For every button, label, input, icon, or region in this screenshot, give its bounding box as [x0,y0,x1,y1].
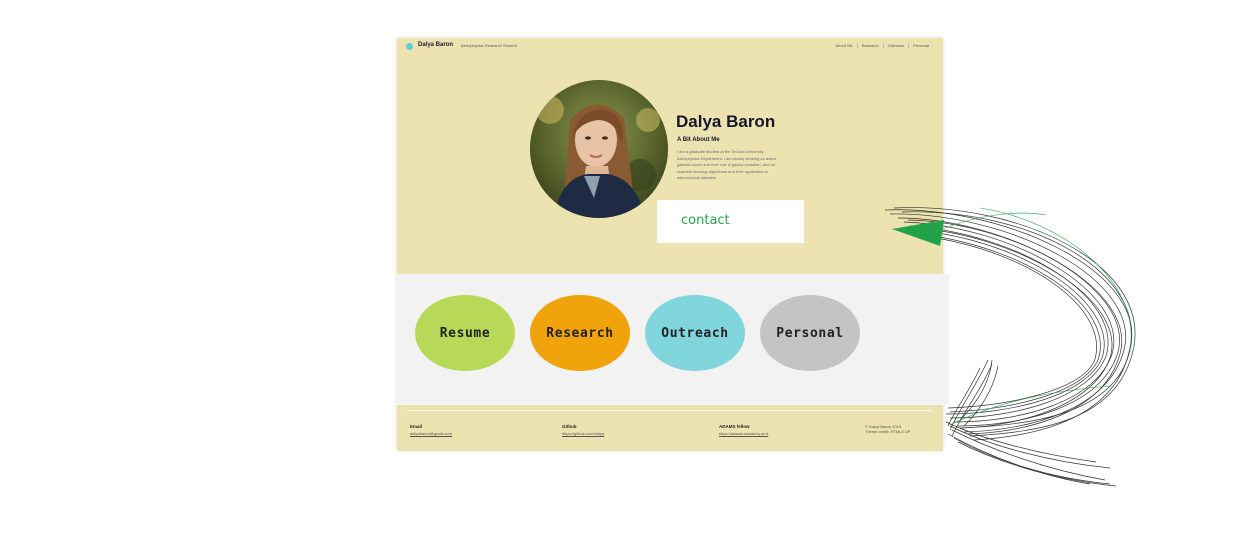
nav-item-outreach[interactable]: Outreach [882,43,904,48]
footer-github-link[interactable]: https://github.com/dalya [562,431,604,436]
tile-resume[interactable]: Resume [415,295,515,371]
profile-photo [530,80,668,218]
curved-arrow-annotation [884,207,1136,487]
section-tiles: Resume Research Outreach Personal [397,274,949,404]
contact-label: contact [681,213,730,228]
footer-adams-link[interactable]: https://adams.academy.ac.il [719,431,768,436]
nav-item-about-me[interactable]: About Me [832,43,853,48]
logo-dot-icon [406,43,413,50]
footer-github: Github https://github.com/dalya [562,424,604,436]
hero-section: Dalya Baron Astrophysics Research Studen… [397,38,943,274]
nav-item-research[interactable]: Research [856,43,879,48]
footer-adams: ADAMS fellow https://adams.academy.ac.il [719,424,768,436]
footer-adams-label: ADAMS fellow [719,424,750,429]
about-text: I am a graduate student at the Tel Aviv … [677,149,777,180]
footer-divider [407,410,933,411]
footer-email-label: Email [410,424,423,429]
nav-item-personal[interactable]: Personal [908,43,929,48]
footer: Email dalyabaron@gmail.com Github https:… [397,405,943,451]
footer-email-link[interactable]: dalyabaron@gmail.com [410,431,452,436]
footer-email: Email dalyabaron@gmail.com [410,424,452,436]
brand-tagline: Astrophysics Research Student [461,43,517,48]
tile-personal[interactable]: Personal [760,295,860,371]
top-navbar: Dalya Baron Astrophysics Research Studen… [397,38,943,56]
about-heading: A Bit About Me [677,137,720,143]
profile-name: Dalya Baron [676,112,776,131]
brand-name[interactable]: Dalya Baron [418,42,453,48]
contact-button[interactable]: contact [657,200,804,243]
arrow-head-icon [892,220,944,246]
footer-github-label: Github [562,424,577,429]
tile-research[interactable]: Research [530,295,630,371]
webpage-screenshot: Dalya Baron Astrophysics Research Studen… [397,38,949,451]
nav-links: About Me Research Outreach Personal [832,43,929,48]
tile-outreach[interactable]: Outreach [645,295,745,371]
